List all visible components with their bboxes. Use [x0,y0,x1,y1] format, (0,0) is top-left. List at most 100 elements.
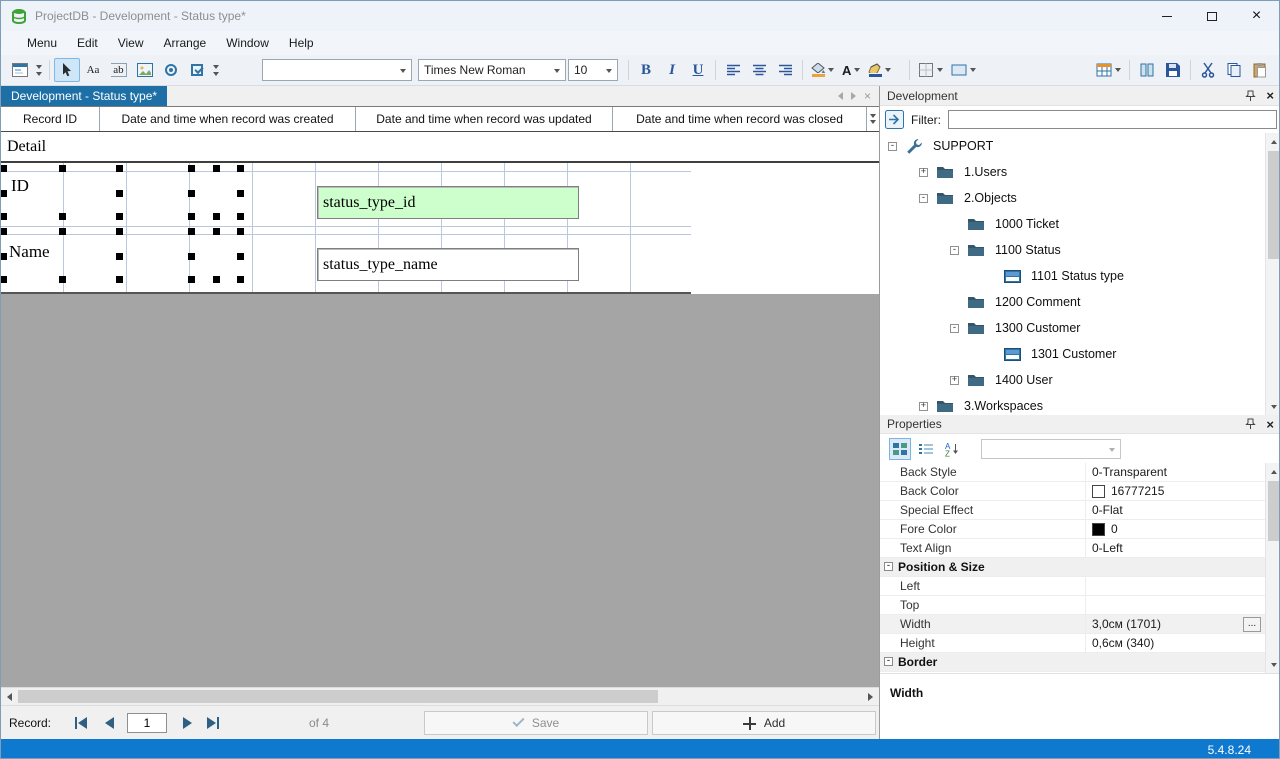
tree-item-1000-ticket[interactable]: 1000 Ticket [880,211,1279,237]
columns-button[interactable] [1134,58,1160,82]
selection-handle[interactable] [188,252,195,260]
menu-item-help[interactable]: Help [279,32,324,54]
object-selector-combobox[interactable] [981,438,1121,459]
column-overflow-icon[interactable] [867,107,879,131]
font-name-combobox[interactable]: Times New Roman [418,59,566,81]
collapse-icon[interactable]: - [919,193,928,203]
selection-handle[interactable] [188,276,195,283]
scrollbar-thumb[interactable] [1268,481,1279,541]
selection-handles[interactable] [1,165,123,220]
selection-handle[interactable] [237,252,244,260]
tree-item-support[interactable]: - SUPPORT [880,133,1279,159]
selection-handle[interactable] [116,252,123,260]
selection-handles[interactable] [188,165,244,220]
form-designer-button[interactable] [7,58,33,82]
sort-button[interactable]: A Z [941,438,963,460]
scroll-up-icon[interactable] [1266,463,1279,480]
selection-handle[interactable] [58,228,66,235]
scrollbar-thumb[interactable] [1268,151,1279,259]
property-row-height[interactable]: Height 0,6см (340) [880,634,1279,653]
properties-scrollbar[interactable] [1265,463,1279,673]
color-swatch[interactable] [1092,484,1105,498]
image-tool-button[interactable] [132,58,158,82]
tree-item-1101-status-type[interactable]: 1101 Status type [880,263,1279,289]
save-record-button[interactable]: Save [424,711,648,735]
property-value[interactable]: 0-Flat [1085,501,1265,519]
selection-handle[interactable] [1,252,7,260]
selection-handles[interactable] [1,228,123,283]
design-surface[interactable]: ID Name status_type_id status_type_name [1,163,879,294]
pointer-tool-button[interactable] [54,58,80,82]
property-value[interactable]: 3,0см (1701) [1085,615,1265,633]
property-row-text-align[interactable]: Text Align 0-Left [880,539,1279,558]
menu-item-edit[interactable]: Edit [67,32,108,54]
collapse-icon[interactable]: - [884,562,893,571]
record-number-input[interactable] [127,713,167,733]
close-icon[interactable]: × [1266,418,1274,431]
tree-item-users[interactable]: + 1.Users [880,159,1279,185]
property-value[interactable]: 16777215 [1085,482,1265,500]
save-button[interactable] [1160,58,1186,82]
expand-icon[interactable]: + [919,401,928,411]
maximize-button[interactable] [1189,1,1234,31]
cut-button[interactable] [1195,58,1221,82]
bold-button[interactable]: B [633,58,659,82]
selection-handle[interactable] [237,165,244,172]
selection-handle[interactable] [188,165,195,172]
color-swatch[interactable] [1092,522,1105,536]
label-tool-button[interactable]: Aa [80,58,106,82]
tab-close-icon[interactable]: × [864,90,871,102]
font-size-combobox[interactable]: 10 [568,59,618,81]
toolbar-overflow-icon[interactable] [210,58,222,82]
italic-button[interactable]: I [659,58,685,82]
fill-color-button[interactable] [807,58,838,82]
selection-handle[interactable] [237,189,244,197]
property-row-top[interactable]: Top [880,596,1279,615]
radio-tool-button[interactable] [158,58,184,82]
property-row-back-color[interactable]: Back Color 16777215 [880,482,1279,501]
tab-development-status-type[interactable]: Development - Status type* [1,86,168,106]
scroll-down-icon[interactable] [1266,398,1279,415]
table-button[interactable] [1092,58,1125,82]
selection-handle[interactable] [213,228,220,235]
tree-item-1300-customer[interactable]: - 1300 Customer [880,315,1279,341]
selection-handle[interactable] [116,189,123,197]
scroll-up-icon[interactable] [1266,133,1279,150]
property-row-special-effect[interactable]: Special Effect 0-Flat [880,501,1279,520]
tree-scrollbar[interactable] [1265,133,1279,415]
detail-band[interactable]: Detail [1,132,879,163]
selection-handle[interactable] [1,228,7,235]
textbox-status-type-id[interactable]: status_type_id [317,186,579,219]
textbox-status-type-name[interactable]: status_type_name [317,248,579,281]
collapse-icon[interactable]: - [950,323,959,333]
property-value[interactable]: 0-Transparent [1085,463,1265,481]
selection-handle[interactable] [188,228,195,235]
selection-handle[interactable] [1,189,7,197]
paste-button[interactable] [1247,58,1273,82]
property-category-position-size[interactable]: - Position & Size [880,558,1279,577]
selection-handle[interactable] [1,213,7,220]
categorized-view-button[interactable] [889,437,911,460]
shape-button[interactable] [947,58,980,82]
underline-button[interactable]: U [685,58,711,82]
next-record-button[interactable] [175,713,199,733]
selection-handle[interactable] [116,213,123,220]
property-value[interactable] [1085,596,1265,614]
collapse-icon[interactable]: - [950,245,959,255]
selection-handle[interactable] [58,213,66,220]
selection-handle[interactable] [58,276,66,283]
selection-handle[interactable] [58,165,66,172]
line-color-button[interactable] [864,58,895,82]
column-created[interactable]: Date and time when record was created [100,107,356,131]
filter-input[interactable] [948,110,1277,129]
menu-item-window[interactable]: Window [216,32,279,54]
minimize-button[interactable] [1144,1,1189,31]
selection-handles[interactable] [188,228,244,283]
borders-button[interactable] [914,58,947,82]
selection-handle[interactable] [237,228,244,235]
style-combobox[interactable] [262,59,412,81]
property-row-fore-color[interactable]: Fore Color 0 [880,520,1279,539]
tree-item-1200-comment[interactable]: 1200 Comment [880,289,1279,315]
property-value[interactable]: 0-Left [1085,539,1265,557]
selection-handle[interactable] [1,276,7,283]
